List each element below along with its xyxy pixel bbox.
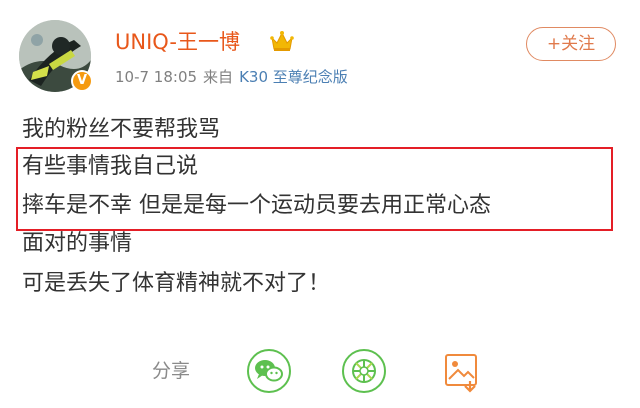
username[interactable]: UNIQ-王一博 — [115, 28, 240, 56]
source-prefix: 来自 — [203, 68, 234, 86]
post-meta: 10-7 18:05 来自 K30 至尊纪念版 — [115, 66, 348, 88]
save-image-icon[interactable] — [440, 349, 484, 393]
post-line-1: 我的粉丝不要帮我骂 — [22, 117, 221, 142]
wechat-icon[interactable] — [247, 349, 291, 393]
follow-button[interactable]: +关注 — [526, 27, 616, 61]
post-line-4: 面对的事情 — [22, 231, 133, 256]
verified-badge: V — [71, 70, 93, 92]
verified-v-icon: V — [73, 72, 91, 90]
post-line-5: 可是丢失了体育精神就不对了！ — [22, 271, 331, 296]
post-date: 10-7 18:05 — [115, 68, 198, 86]
moments-icon[interactable] — [342, 349, 386, 393]
share-label: 分享 — [152, 360, 191, 382]
source-link[interactable]: K30 至尊纪念版 — [239, 68, 348, 86]
crown-icon — [270, 31, 294, 51]
highlight-box — [16, 147, 613, 231]
